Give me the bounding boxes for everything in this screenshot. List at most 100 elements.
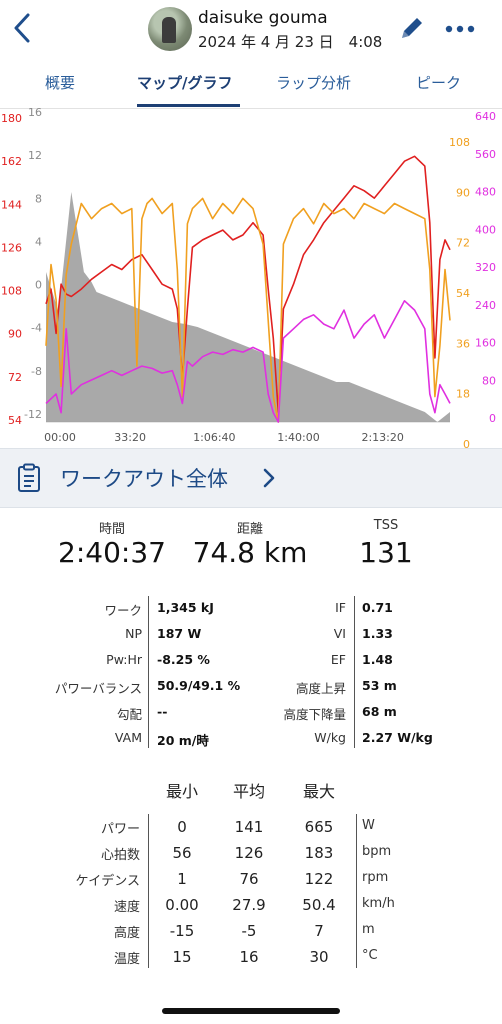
- cadence-tick-label: 54: [456, 287, 470, 300]
- clipboard-icon: [18, 463, 40, 492]
- power-tick-label: 480: [475, 186, 496, 199]
- cadence-tick-label: 90: [456, 186, 470, 199]
- minmax-avg-value: 141: [234, 818, 264, 836]
- metric-label: 高度下降量: [283, 707, 346, 722]
- distance-label: 距離: [236, 522, 263, 537]
- tss-value: 131: [359, 536, 413, 569]
- minmax-row-label: パワー: [100, 822, 140, 837]
- time-tick-label: 1:40:00: [277, 431, 319, 444]
- time-tick-label: 1:06:40: [193, 431, 235, 444]
- workout-chart[interactable]: 180 162 144 126 108 90 72 54 16 12 8 4 0 -4 -8 -12 108 90…: [0, 108, 502, 448]
- workout-summary-header[interactable]: ワークアウト全体: [0, 448, 502, 508]
- avg-header: 平均: [232, 782, 265, 801]
- metrics-divider-left: [148, 596, 149, 748]
- minmax-max-value: 665: [304, 818, 334, 836]
- minmax-row-label: 心拍数: [100, 848, 140, 863]
- minmax-row-label: ケイデンス: [75, 874, 140, 889]
- metric-label: Pw:Hr: [106, 652, 142, 667]
- metric-label: IF: [335, 600, 346, 615]
- elevation-series-area: [46, 192, 450, 422]
- minmax-max-value: 7: [314, 922, 324, 940]
- metric-label: ワーク: [104, 603, 142, 618]
- minmax-row-label: 高度: [113, 926, 140, 941]
- hr-tick-label: 126: [1, 241, 22, 254]
- time-tick-label: 33:20: [114, 431, 146, 444]
- power-tick-label: 640: [475, 110, 496, 123]
- metric-value: 20 m/時: [157, 733, 209, 748]
- minmax-unit: km/h: [362, 896, 395, 911]
- user-name: daisuke gouma: [198, 8, 328, 28]
- tab-overview[interactable]: 概要: [45, 72, 75, 93]
- time-tick-label: 00:00: [44, 431, 76, 444]
- home-indicator: [162, 1008, 340, 1014]
- tab-peak[interactable]: ピーク: [416, 72, 461, 93]
- workout-datetime: 2024 年 4 月 23 日 4:08: [198, 33, 383, 51]
- minmax-divider-left: [148, 814, 149, 968]
- minmax-unit: bpm: [362, 844, 392, 859]
- power-tick-label: 160: [475, 337, 496, 350]
- tab-map-graph[interactable]: マップ/グラフ: [137, 72, 232, 93]
- elevation-tick-label: -12: [24, 408, 42, 421]
- minmax-avg-value: -5: [241, 922, 257, 940]
- metric-label: W/kg: [314, 730, 346, 745]
- minmax-max-value: 50.4: [302, 896, 336, 914]
- power-tick-label: 240: [475, 299, 496, 312]
- elevation-tick-label: 16: [28, 108, 42, 119]
- minmax-avg-value: 76: [239, 870, 259, 888]
- metric-value: --: [157, 704, 168, 719]
- metric-label: 高度上昇: [295, 681, 346, 696]
- cadence-tick-label: 36: [456, 337, 470, 350]
- minmax-max-value: 183: [304, 844, 334, 862]
- metric-value: 1.48: [362, 652, 393, 667]
- tab-lap-analysis[interactable]: ラップ分析: [276, 72, 351, 93]
- power-tick-label: 320: [475, 261, 496, 274]
- metric-value: 53 m: [362, 678, 397, 693]
- hr-tick-label: 90: [8, 328, 22, 341]
- edit-pencil-icon[interactable]: [396, 12, 428, 44]
- minmax-divider-right: [356, 814, 357, 968]
- elevation-tick-label: -8: [31, 365, 42, 378]
- elevation-tick-label: 0: [35, 279, 42, 292]
- active-tab-indicator: [137, 104, 240, 107]
- cadence-tick-label: 108: [449, 136, 470, 149]
- metric-label: VI: [333, 626, 346, 641]
- section-title: ワークアウト全体: [60, 467, 228, 491]
- metric-label: 勾配: [116, 707, 142, 722]
- metric-value: -8.25 %: [157, 652, 210, 667]
- minmax-avg-value: 27.9: [232, 896, 266, 914]
- cadence-tick-label: 0: [463, 438, 470, 448]
- minmax-unit: rpm: [362, 870, 389, 885]
- minmax-avg-value: 16: [239, 948, 259, 966]
- hr-tick-label: 108: [1, 285, 22, 298]
- chevron-right-icon: [263, 468, 275, 488]
- cadence-tick-label: 72: [456, 237, 470, 250]
- power-tick-label: 560: [475, 148, 496, 161]
- metric-label: VAM: [114, 730, 142, 745]
- back-chevron-icon[interactable]: [8, 10, 36, 46]
- cadence-tick-label: 18: [456, 388, 470, 401]
- duration-label: 時間: [98, 522, 125, 537]
- tab-bar: 概要 マップ/グラフ ラップ分析 ピーク: [0, 60, 502, 109]
- elevation-tick-label: 8: [35, 192, 42, 205]
- hr-tick-label: 180: [1, 112, 22, 125]
- minmax-unit: m: [362, 922, 375, 937]
- minmax-avg-value: 126: [234, 844, 264, 862]
- metric-value: 68 m: [362, 704, 397, 719]
- metric-value: 187 W: [157, 626, 202, 641]
- power-tick-label: 400: [475, 223, 496, 236]
- elevation-tick-label: -4: [31, 322, 42, 335]
- metric-value: 0.71: [362, 600, 393, 615]
- power-tick-label: 80: [482, 374, 496, 387]
- minmax-max-value: 30: [309, 948, 329, 966]
- chart-canvas[interactable]: 1801621441261089072541612840-4-8-1210890…: [0, 108, 502, 448]
- avatar[interactable]: [148, 7, 192, 51]
- metric-label: パワーバランス: [54, 681, 142, 696]
- metric-label: EF: [330, 652, 346, 667]
- minmax-row-label: 温度: [113, 952, 140, 967]
- minmax-max-value: 122: [304, 870, 334, 888]
- tss-label: TSS: [373, 518, 399, 533]
- minmax-unit: W: [362, 818, 375, 833]
- metric-label: NP: [125, 626, 142, 641]
- elevation-tick-label: 4: [35, 235, 42, 248]
- more-options-icon[interactable]: [444, 24, 476, 34]
